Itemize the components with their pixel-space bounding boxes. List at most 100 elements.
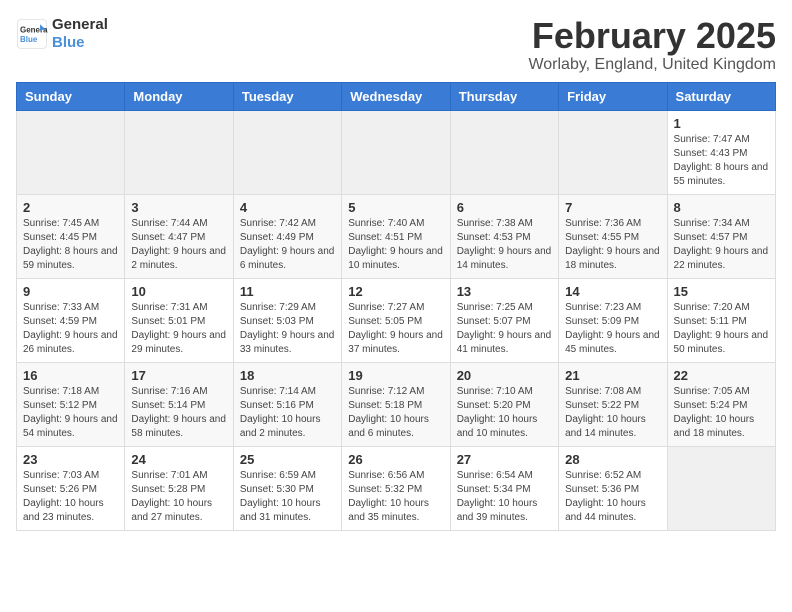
- day-info: Sunrise: 7:16 AM Sunset: 5:14 PM Dayligh…: [131, 385, 226, 441]
- calendar-cell: 25 Sunrise: 6:59 AM Sunset: 5:30 PM Dayli…: [233, 446, 341, 530]
- day-number: 12: [348, 284, 443, 299]
- calendar-cell: 11 Sunrise: 7:29 AM Sunset: 5:03 PM Dayli…: [233, 278, 341, 362]
- calendar-cell: 28 Sunrise: 6:52 AM Sunset: 5:36 PM Dayli…: [559, 446, 667, 530]
- svg-text:Blue: Blue: [20, 35, 38, 44]
- day-info: Sunrise: 7:47 AM Sunset: 4:43 PM Dayligh…: [674, 133, 769, 189]
- day-info: Sunrise: 7:42 AM Sunset: 4:49 PM Dayligh…: [240, 217, 335, 273]
- weekday-header-thursday: Thursday: [450, 82, 558, 110]
- day-info: Sunrise: 7:23 AM Sunset: 5:09 PM Dayligh…: [565, 301, 660, 357]
- day-info: Sunrise: 6:54 AM Sunset: 5:34 PM Dayligh…: [457, 469, 552, 525]
- day-info: Sunrise: 6:52 AM Sunset: 5:36 PM Dayligh…: [565, 469, 660, 525]
- day-info: Sunrise: 7:31 AM Sunset: 5:01 PM Dayligh…: [131, 301, 226, 357]
- day-info: Sunrise: 6:59 AM Sunset: 5:30 PM Dayligh…: [240, 469, 335, 525]
- calendar-cell: 17 Sunrise: 7:16 AM Sunset: 5:14 PM Dayli…: [125, 362, 233, 446]
- day-info: Sunrise: 7:27 AM Sunset: 5:05 PM Dayligh…: [348, 301, 443, 357]
- calendar-cell: 24 Sunrise: 7:01 AM Sunset: 5:28 PM Dayli…: [125, 446, 233, 530]
- day-info: Sunrise: 7:08 AM Sunset: 5:22 PM Dayligh…: [565, 385, 660, 441]
- day-number: 1: [674, 116, 769, 131]
- logo-text-general: General: [52, 16, 108, 34]
- day-number: 25: [240, 452, 335, 467]
- logo: General Blue General Blue: [16, 16, 108, 52]
- day-info: Sunrise: 7:38 AM Sunset: 4:53 PM Dayligh…: [457, 217, 552, 273]
- calendar-subtitle: Worlaby, England, United Kingdom: [528, 56, 776, 74]
- day-info: Sunrise: 7:44 AM Sunset: 4:47 PM Dayligh…: [131, 217, 226, 273]
- calendar-cell: [667, 446, 775, 530]
- header-row: SundayMondayTuesdayWednesdayThursdayFrid…: [17, 82, 776, 110]
- logo-icon: General Blue: [16, 18, 48, 50]
- day-number: 9: [23, 284, 118, 299]
- calendar-cell: 6 Sunrise: 7:38 AM Sunset: 4:53 PM Daylig…: [450, 194, 558, 278]
- calendar-title: February 2025: [528, 16, 776, 56]
- day-number: 22: [674, 368, 769, 383]
- calendar-cell: 21 Sunrise: 7:08 AM Sunset: 5:22 PM Dayli…: [559, 362, 667, 446]
- weekday-header-sunday: Sunday: [17, 82, 125, 110]
- day-info: Sunrise: 7:33 AM Sunset: 4:59 PM Dayligh…: [23, 301, 118, 357]
- day-info: Sunrise: 7:34 AM Sunset: 4:57 PM Dayligh…: [674, 217, 769, 273]
- day-number: 24: [131, 452, 226, 467]
- day-info: Sunrise: 7:01 AM Sunset: 5:28 PM Dayligh…: [131, 469, 226, 525]
- day-number: 5: [348, 200, 443, 215]
- day-number: 26: [348, 452, 443, 467]
- day-number: 7: [565, 200, 660, 215]
- calendar-cell: 4Sunrise: 7:42 AM Sunset: 4:49 PM Daylig…: [233, 194, 341, 278]
- day-number: 10: [131, 284, 226, 299]
- calendar-cell: 14 Sunrise: 7:23 AM Sunset: 5:09 PM Dayli…: [559, 278, 667, 362]
- day-info: Sunrise: 7:05 AM Sunset: 5:24 PM Dayligh…: [674, 385, 769, 441]
- day-info: Sunrise: 6:56 AM Sunset: 5:32 PM Dayligh…: [348, 469, 443, 525]
- day-info: Sunrise: 7:03 AM Sunset: 5:26 PM Dayligh…: [23, 469, 118, 525]
- day-info: Sunrise: 7:20 AM Sunset: 5:11 PM Dayligh…: [674, 301, 769, 357]
- day-info: Sunrise: 7:25 AM Sunset: 5:07 PM Dayligh…: [457, 301, 552, 357]
- weekday-header-tuesday: Tuesday: [233, 82, 341, 110]
- calendar-cell: 13 Sunrise: 7:25 AM Sunset: 5:07 PM Dayli…: [450, 278, 558, 362]
- calendar-week-5: 23 Sunrise: 7:03 AM Sunset: 5:26 PM Dayli…: [17, 446, 776, 530]
- calendar-cell: 9 Sunrise: 7:33 AM Sunset: 4:59 PM Daylig…: [17, 278, 125, 362]
- day-info: Sunrise: 7:29 AM Sunset: 5:03 PM Dayligh…: [240, 301, 335, 357]
- calendar-cell: [559, 110, 667, 194]
- day-number: 14: [565, 284, 660, 299]
- day-number: 13: [457, 284, 552, 299]
- calendar-cell: 20 Sunrise: 7:10 AM Sunset: 5:20 PM Dayli…: [450, 362, 558, 446]
- day-number: 15: [674, 284, 769, 299]
- weekday-header-wednesday: Wednesday: [342, 82, 450, 110]
- calendar-cell: 3 Sunrise: 7:44 AM Sunset: 4:47 PM Daylig…: [125, 194, 233, 278]
- day-number: 20: [457, 368, 552, 383]
- weekday-header-saturday: Saturday: [667, 82, 775, 110]
- calendar-cell: 27 Sunrise: 6:54 AM Sunset: 5:34 PM Dayli…: [450, 446, 558, 530]
- calendar-cell: [342, 110, 450, 194]
- calendar-cell: 10 Sunrise: 7:31 AM Sunset: 5:01 PM Dayli…: [125, 278, 233, 362]
- day-number: 6: [457, 200, 552, 215]
- page-header: General Blue General Blue February 2025 …: [16, 16, 776, 74]
- calendar-cell: [233, 110, 341, 194]
- day-number: 27: [457, 452, 552, 467]
- calendar-cell: 19 Sunrise: 7:12 AM Sunset: 5:18 PM Dayli…: [342, 362, 450, 446]
- day-number: 23: [23, 452, 118, 467]
- weekday-header-friday: Friday: [559, 82, 667, 110]
- calendar-week-1: 1 Sunrise: 7:47 AM Sunset: 4:43 PM Daylig…: [17, 110, 776, 194]
- day-number: 17: [131, 368, 226, 383]
- day-number: 8: [674, 200, 769, 215]
- calendar-cell: 15 Sunrise: 7:20 AM Sunset: 5:11 PM Dayli…: [667, 278, 775, 362]
- day-number: 11: [240, 284, 335, 299]
- calendar-table: SundayMondayTuesdayWednesdayThursdayFrid…: [16, 82, 776, 531]
- calendar-cell: 16Sunrise: 7:18 AM Sunset: 5:12 PM Dayli…: [17, 362, 125, 446]
- day-number: 21: [565, 368, 660, 383]
- day-number: 16: [23, 368, 118, 383]
- calendar-cell: 1 Sunrise: 7:47 AM Sunset: 4:43 PM Daylig…: [667, 110, 775, 194]
- day-info: Sunrise: 7:10 AM Sunset: 5:20 PM Dayligh…: [457, 385, 552, 441]
- calendar-cell: [17, 110, 125, 194]
- calendar-cell: 7Sunrise: 7:36 AM Sunset: 4:55 PM Daylig…: [559, 194, 667, 278]
- calendar-cell: 2Sunrise: 7:45 AM Sunset: 4:45 PM Daylig…: [17, 194, 125, 278]
- calendar-cell: [125, 110, 233, 194]
- calendar-cell: [450, 110, 558, 194]
- day-number: 28: [565, 452, 660, 467]
- title-section: February 2025 Worlaby, England, United K…: [528, 16, 776, 74]
- weekday-header-monday: Monday: [125, 82, 233, 110]
- day-info: Sunrise: 7:12 AM Sunset: 5:18 PM Dayligh…: [348, 385, 443, 441]
- calendar-week-2: 2Sunrise: 7:45 AM Sunset: 4:45 PM Daylig…: [17, 194, 776, 278]
- day-number: 3: [131, 200, 226, 215]
- calendar-week-4: 16Sunrise: 7:18 AM Sunset: 5:12 PM Dayli…: [17, 362, 776, 446]
- calendar-cell: 26 Sunrise: 6:56 AM Sunset: 5:32 PM Dayli…: [342, 446, 450, 530]
- day-number: 19: [348, 368, 443, 383]
- day-info: Sunrise: 7:14 AM Sunset: 5:16 PM Dayligh…: [240, 385, 335, 441]
- calendar-cell: 12 Sunrise: 7:27 AM Sunset: 5:05 PM Dayli…: [342, 278, 450, 362]
